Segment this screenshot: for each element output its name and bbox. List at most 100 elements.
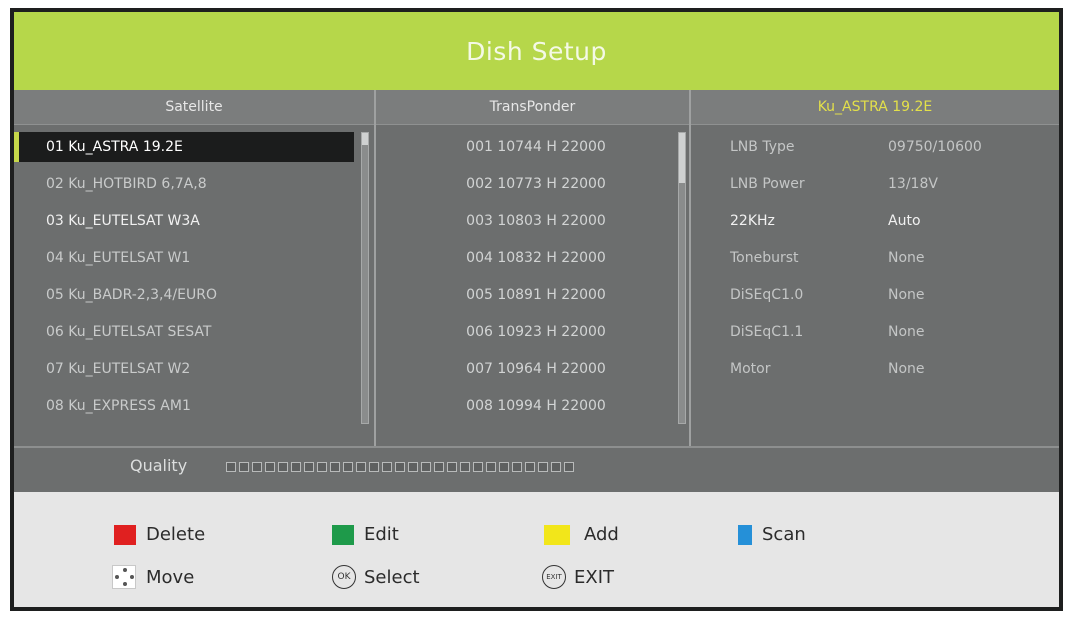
satellite-name: 02 Ku_HOTBIRD 6,7A,8 — [46, 176, 207, 192]
info-column-header: Ku_ASTRA 19.2E — [691, 90, 1059, 125]
info-header-label: Ku_ASTRA 19.2E — [817, 99, 933, 115]
delete-key-hint[interactable]: Delete — [114, 524, 205, 545]
red-key-icon — [114, 524, 136, 545]
quality-segment — [473, 462, 483, 472]
quality-segment — [291, 462, 301, 472]
scrollbar-thumb[interactable] — [362, 133, 368, 145]
transponder-value: 004 10832 H 22000 — [466, 250, 606, 266]
main-panel: Satellite TransPonder Ku_ASTRA 19.2E 01 … — [14, 90, 1059, 492]
quality-segment — [486, 462, 496, 472]
quality-segment — [343, 462, 353, 472]
title-bar: Dish Setup — [14, 12, 1059, 90]
transponder-scrollbar[interactable] — [678, 132, 686, 424]
quality-segment — [421, 462, 431, 472]
setting-value-motor[interactable]: None — [888, 354, 925, 384]
satellite-list-item[interactable]: 02 Ku_HOTBIRD 6,7A,8 — [18, 169, 354, 199]
quality-segment — [564, 462, 574, 472]
quality-segment — [226, 462, 236, 472]
arrows-move-icon — [112, 565, 136, 589]
setting-value-diseqc11[interactable]: None — [888, 317, 925, 347]
quality-segment — [369, 462, 379, 472]
quality-segment — [304, 462, 314, 472]
setting-value-lnb-type[interactable]: 09750/10600 — [888, 132, 982, 162]
transponder-value: 007 10964 H 22000 — [466, 361, 606, 377]
satellite-name: 03 Ku_EUTELSAT W3A — [46, 213, 200, 229]
setting-label-diseqc10: DiSEqC1.0 — [730, 287, 804, 303]
dish-setup-screen: Dish Setup Satellite TransPonder Ku_ASTR… — [10, 8, 1063, 611]
setting-label-lnb-type: LNB Type — [730, 139, 795, 155]
quality-segment — [252, 462, 262, 472]
add-key-hint[interactable]: Add — [544, 524, 619, 545]
setting-value-toneburst[interactable]: None — [888, 243, 925, 273]
quality-label: Quality — [130, 456, 188, 475]
column-divider — [374, 90, 376, 446]
transponder-value: 001 10744 H 22000 — [466, 139, 606, 155]
satellite-list-item[interactable]: 01 Ku_ASTRA 19.2E — [14, 132, 354, 162]
setting-value-lnb-power[interactable]: 13/18V — [888, 169, 938, 199]
transponder-list-item[interactable]: 001 10744 H 22000 — [379, 132, 693, 162]
scan-key-hint[interactable]: Scan — [738, 524, 806, 545]
select-key-hint[interactable]: OK Select — [332, 565, 420, 589]
scan-label: Scan — [762, 524, 806, 545]
exit-button-icon: EXIT — [542, 565, 566, 589]
add-label: Add — [584, 524, 619, 545]
quality-segment — [447, 462, 457, 472]
satellite-name: 04 Ku_EUTELSAT W1 — [46, 250, 191, 266]
transponder-value: 006 10923 H 22000 — [466, 324, 606, 340]
satellite-list-item[interactable]: 08 Ku_EXPRESS AM1 — [18, 391, 354, 421]
satellite-list-item[interactable]: 06 Ku_EUTELSAT SESAT — [18, 317, 354, 347]
yellow-key-icon — [544, 524, 570, 545]
satellite-list-item[interactable]: 03 Ku_EUTELSAT W3A — [18, 206, 354, 236]
setting-label-toneburst: Toneburst — [730, 250, 799, 266]
satellite-list-item[interactable]: 07 Ku_EUTELSAT W2 — [18, 354, 354, 384]
transponder-value: 008 10994 H 22000 — [466, 398, 606, 414]
quality-segment — [330, 462, 340, 472]
transponder-list-item[interactable]: 002 10773 H 22000 — [379, 169, 693, 199]
quality-segment — [278, 462, 288, 472]
quality-segment — [460, 462, 470, 472]
transponder-value: 003 10803 H 22000 — [466, 213, 606, 229]
quality-segment — [395, 462, 405, 472]
setting-value-diseqc10[interactable]: None — [888, 280, 925, 310]
setting-label-motor: Motor — [730, 361, 771, 377]
satellite-list-item[interactable]: 04 Ku_EUTELSAT W1 — [18, 243, 354, 273]
quality-segment — [239, 462, 249, 472]
satellite-header-label: Satellite — [165, 99, 223, 115]
satellite-name: 01 Ku_ASTRA 19.2E — [46, 139, 183, 155]
green-key-icon — [332, 524, 354, 545]
edit-key-hint[interactable]: Edit — [332, 524, 399, 545]
selection-marker — [14, 132, 19, 162]
quality-segment — [317, 462, 327, 472]
ok-button-icon: OK — [332, 565, 356, 589]
satellite-name: 08 Ku_EXPRESS AM1 — [46, 398, 191, 414]
transponder-list-item[interactable]: 006 10923 H 22000 — [379, 317, 693, 347]
button-legend: Delete Edit Add Scan Move OK Select EXIT… — [14, 492, 1059, 607]
scrollbar-thumb[interactable] — [679, 133, 685, 183]
transponder-list-item[interactable]: 005 10891 H 22000 — [379, 280, 693, 310]
exit-label: EXIT — [574, 566, 615, 588]
transponder-list-item[interactable]: 003 10803 H 22000 — [379, 206, 693, 236]
quality-segment — [512, 462, 522, 472]
transponder-list-item[interactable]: 007 10964 H 22000 — [379, 354, 693, 384]
quality-meter — [226, 462, 574, 472]
exit-key-hint[interactable]: EXIT EXIT — [542, 565, 614, 589]
setting-label-lnb-power: LNB Power — [730, 176, 805, 192]
transponder-value: 005 10891 H 22000 — [466, 287, 606, 303]
satellite-scrollbar[interactable] — [361, 132, 369, 424]
quality-separator — [14, 446, 1059, 448]
move-label: Move — [146, 566, 195, 588]
satellite-name: 06 Ku_EUTELSAT SESAT — [46, 324, 212, 340]
quality-segment — [525, 462, 535, 472]
satellite-column-header: Satellite — [14, 90, 374, 125]
transponder-list-item[interactable]: 008 10994 H 22000 — [379, 391, 693, 421]
delete-label: Delete — [146, 524, 206, 545]
satellite-list-item[interactable]: 05 Ku_BADR-2,3,4/EURO — [18, 280, 354, 310]
transponder-list-item[interactable]: 004 10832 H 22000 — [379, 243, 693, 273]
setting-value-22khz[interactable]: Auto — [888, 206, 921, 236]
setting-label-diseqc11: DiSEqC1.1 — [730, 324, 804, 340]
quality-segment — [265, 462, 275, 472]
move-key-hint[interactable]: Move — [112, 565, 194, 589]
quality-segment — [499, 462, 509, 472]
quality-segment — [382, 462, 392, 472]
quality-segment — [538, 462, 548, 472]
